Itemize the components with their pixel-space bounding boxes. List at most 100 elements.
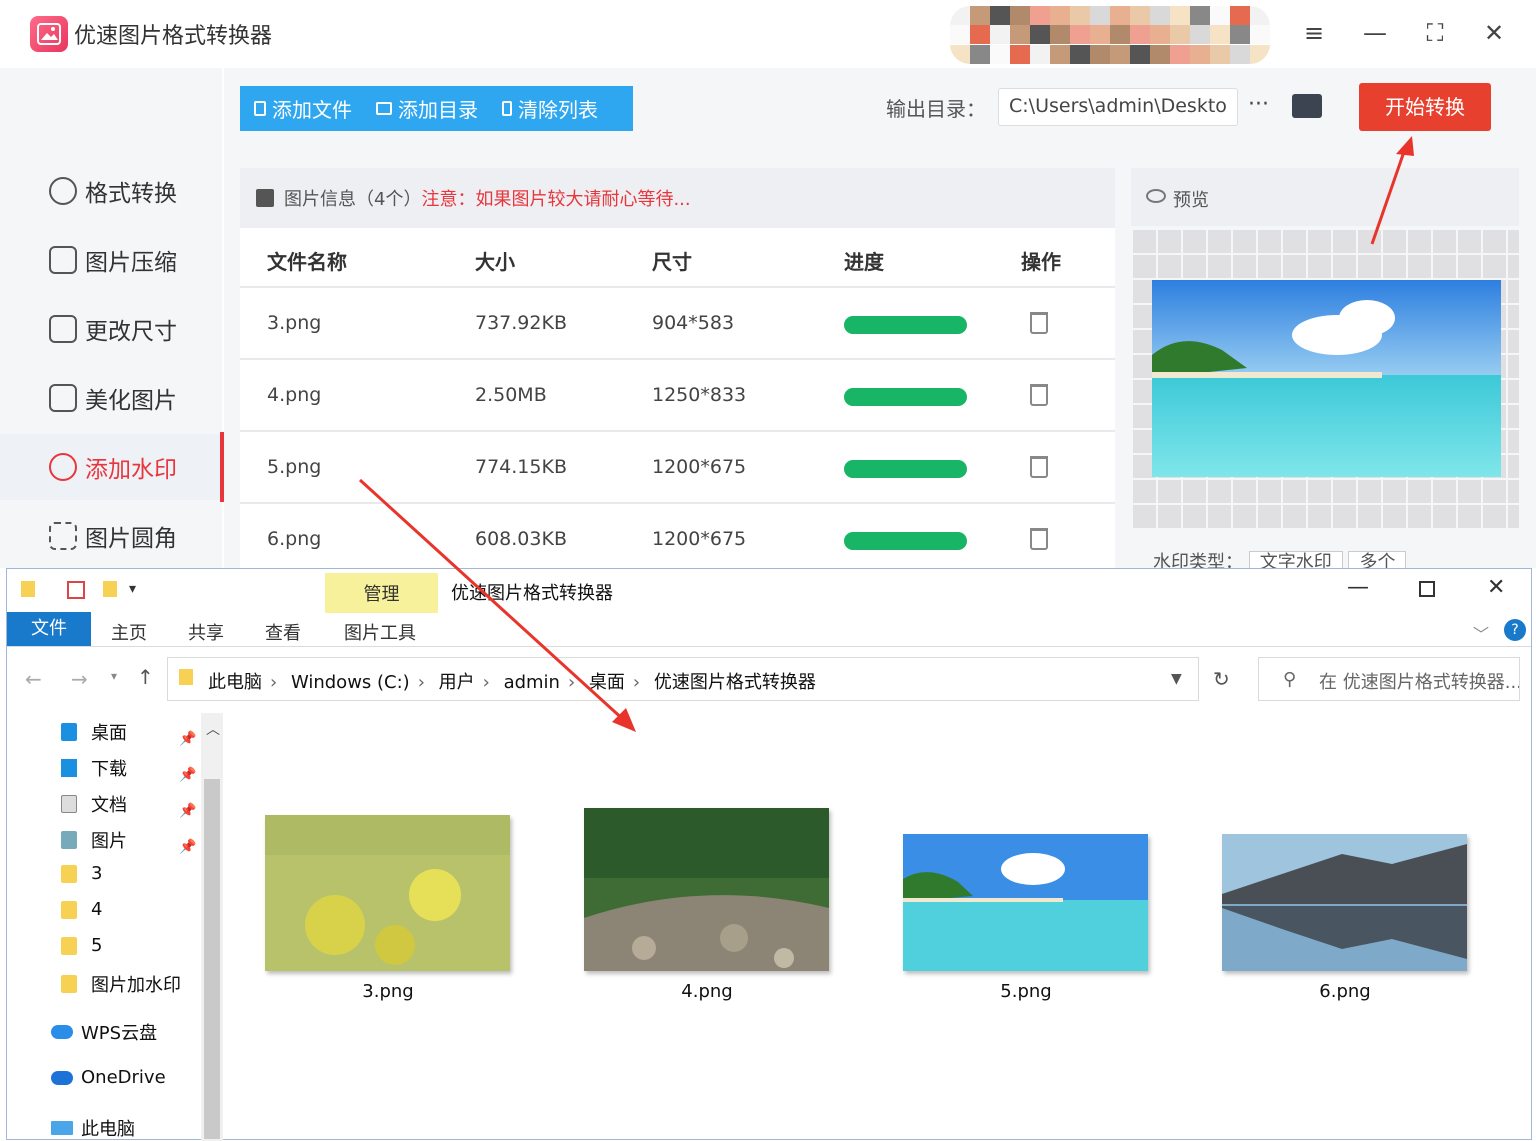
nav-item-desktop[interactable]: 桌面: [53, 719, 127, 745]
desktop-icon: [61, 723, 77, 741]
breadcrumb-item[interactable]: 此电脑: [208, 672, 262, 693]
mosaic-tile: [1150, 6, 1170, 25]
breadcrumb-item[interactable]: 用户: [439, 672, 475, 693]
breadcrumb-item[interactable]: Windows (C:): [291, 672, 410, 693]
sidebar-item-watermark[interactable]: 添加水印: [0, 434, 222, 500]
mosaic-tile: [1190, 25, 1210, 45]
sidebar-item-resize[interactable]: 更改尺寸: [0, 296, 222, 362]
thumbnail-3[interactable]: [265, 815, 510, 971]
help-icon[interactable]: ?: [1504, 619, 1526, 641]
pin-icon[interactable]: 📌 📌 📌 📌: [179, 721, 196, 865]
chevron-down-icon[interactable]: ▼: [1171, 671, 1182, 687]
sidebar-item-rounded-corner[interactable]: 图片圆角: [0, 503, 222, 569]
breadcrumb-item[interactable]: admin: [504, 672, 560, 693]
nav-label: 下载: [91, 759, 127, 780]
nav-item-folder-4[interactable]: 4: [53, 899, 102, 920]
tab-picture-tools[interactable]: 图片工具: [344, 619, 416, 645]
search-input[interactable]: 在 优速图片格式转换器...: [1258, 657, 1520, 701]
address-bar[interactable]: 此电脑 › Windows (C:) › 用户 › admin › 桌面 › 优速图片格式…: [167, 657, 1199, 701]
tab-view[interactable]: 查看: [265, 619, 301, 645]
file-table: [240, 168, 1115, 568]
mosaic-tile: [1190, 44, 1210, 64]
mosaic-tile: [990, 44, 1010, 64]
add-file-label: 添加文件: [272, 98, 352, 122]
nav-item-folder-5[interactable]: 5: [53, 935, 102, 956]
scroll-up-icon[interactable]: ︿: [206, 719, 220, 739]
mosaic-tile: [970, 6, 990, 25]
nav-item-downloads[interactable]: 下载: [53, 755, 127, 781]
tab-file[interactable]: 文件: [7, 612, 91, 646]
breadcrumb-item[interactable]: 桌面: [589, 672, 625, 693]
row-3-delete-icon[interactable]: [1030, 456, 1048, 478]
forward-icon[interactable]: →: [71, 667, 88, 691]
close-icon[interactable]: ✕: [1487, 575, 1505, 600]
output-dir-input[interactable]: C:\Users\admin\Deskto: [998, 88, 1238, 126]
menu-icon[interactable]: ≡: [1297, 18, 1331, 48]
maximize-icon[interactable]: [1419, 581, 1435, 597]
sidebar-item-beautify[interactable]: 美化图片: [0, 365, 222, 431]
watermark-type-select[interactable]: 文字水印: [1248, 551, 1343, 568]
format-convert-icon: [49, 177, 77, 205]
ribbon-expand-icon[interactable]: ﹀: [1473, 621, 1489, 645]
breadcrumb-item[interactable]: 优速图片格式转换器: [654, 672, 816, 693]
row-2-delete-icon[interactable]: [1030, 384, 1048, 406]
row-2-progress-bar: [844, 388, 967, 406]
divider: [240, 358, 1115, 360]
row-1-delete-icon[interactable]: [1030, 312, 1048, 334]
output-dir-label: 输出目录：: [886, 97, 986, 121]
column-header-actions: 操作: [1021, 250, 1061, 274]
download-icon: [61, 759, 77, 777]
column-header-size: 大小: [475, 250, 515, 274]
nav-item-onedrive[interactable]: OneDrive: [43, 1067, 166, 1088]
recent-icon[interactable]: ▾: [111, 669, 117, 683]
tab-manage[interactable]: 管理: [325, 573, 438, 613]
minimize-icon[interactable]: —: [1358, 18, 1392, 48]
sidebar-item-label: 格式转换: [85, 181, 177, 207]
row-4-delete-icon[interactable]: [1030, 528, 1048, 550]
blurred-account-area: [950, 6, 1270, 64]
row-1-size: 737.92KB: [475, 312, 567, 334]
file-name[interactable]: 5.png: [903, 981, 1149, 1002]
watermark-type-label: 水印类型：: [1153, 552, 1243, 568]
clear-list-button[interactable]: 清除列表: [502, 94, 598, 123]
tab-share[interactable]: 共享: [188, 619, 224, 645]
file-name[interactable]: 3.png: [265, 981, 511, 1002]
nav-item-wps-cloud[interactable]: WPS云盘: [43, 1019, 157, 1045]
start-convert-button[interactable]: 开始转换: [1359, 83, 1491, 131]
nav-item-this-pc[interactable]: 此电脑: [43, 1115, 135, 1141]
back-icon[interactable]: ←: [25, 667, 42, 691]
folder-icon: [61, 864, 77, 883]
refresh-icon[interactable]: ↻: [1213, 667, 1230, 691]
nav-item-watermark-folder[interactable]: 图片加水印: [53, 971, 181, 997]
count-select[interactable]: 多个: [1348, 551, 1407, 568]
mosaic-tile: [970, 44, 990, 64]
more-options-button[interactable]: ···: [1248, 92, 1269, 117]
thumbnail-6[interactable]: [1222, 834, 1467, 971]
row-3-progress-bar: [844, 460, 967, 478]
nav-item-documents[interactable]: 文档: [53, 791, 127, 817]
close-icon[interactable]: ✕: [1477, 18, 1511, 48]
up-icon[interactable]: ↑: [137, 665, 154, 689]
nav-item-folder-3[interactable]: 3: [53, 863, 102, 884]
open-folder-icon[interactable]: [1292, 94, 1322, 118]
mosaic-tile: [1090, 25, 1110, 45]
properties-icon[interactable]: [67, 581, 85, 599]
mosaic-tile: [1030, 25, 1050, 45]
nav-item-pictures[interactable]: 图片: [53, 827, 127, 853]
file-name[interactable]: 4.png: [584, 981, 830, 1002]
sidebar-item-compress[interactable]: 图片压缩: [0, 227, 222, 293]
mosaic-tile: [1170, 44, 1190, 64]
chevron-down-icon[interactable]: ▾: [129, 581, 136, 597]
sidebar-item-format-convert[interactable]: 格式转换: [0, 158, 222, 224]
scrollbar-thumb[interactable]: [204, 779, 220, 1139]
thumbnail-5[interactable]: [903, 834, 1148, 971]
minimize-icon[interactable]: —: [1347, 575, 1369, 600]
maximize-icon[interactable]: ⛶: [1418, 18, 1452, 48]
row-4-progress-bar: [844, 532, 967, 550]
new-folder-icon[interactable]: [103, 581, 117, 597]
add-dir-button[interactable]: 添加目录: [376, 94, 478, 123]
tab-home[interactable]: 主页: [111, 619, 147, 645]
add-file-button[interactable]: 添加文件: [254, 94, 352, 123]
file-name[interactable]: 6.png: [1222, 981, 1468, 1002]
thumbnail-4[interactable]: [584, 808, 829, 971]
